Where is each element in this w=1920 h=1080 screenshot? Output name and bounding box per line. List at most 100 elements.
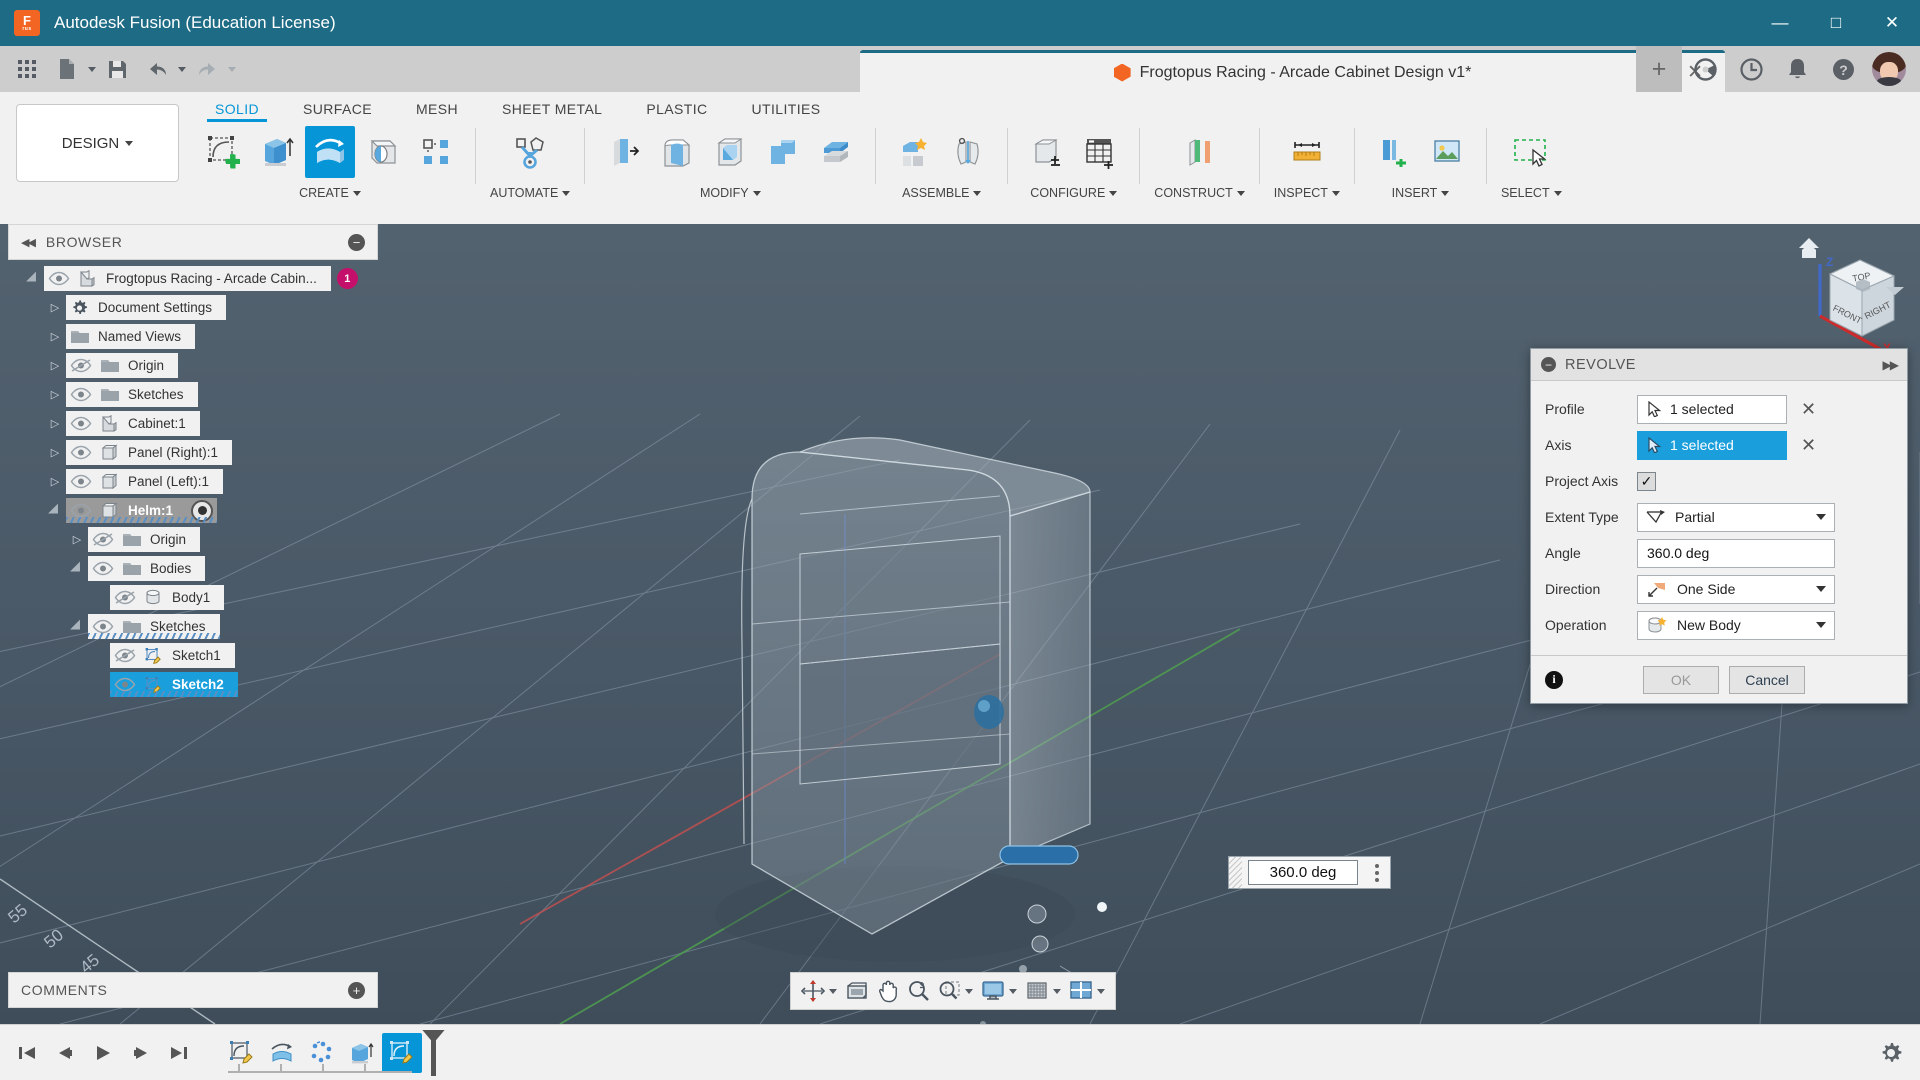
ribbon-group-assemble-label[interactable]: ASSEMBLE bbox=[902, 186, 982, 200]
press-pull-icon[interactable] bbox=[599, 126, 649, 178]
collapse-triangle-icon[interactable] bbox=[44, 498, 66, 523]
viewports-icon[interactable] bbox=[1065, 975, 1109, 1007]
play-button[interactable] bbox=[84, 1033, 122, 1073]
app-grid-group[interactable] bbox=[8, 50, 46, 88]
eye-hidden-icon[interactable] bbox=[66, 353, 96, 378]
pan-icon[interactable] bbox=[873, 975, 903, 1007]
manipulator-drag-handle[interactable] bbox=[1229, 857, 1242, 888]
collapse-triangle-icon[interactable] bbox=[22, 266, 44, 291]
chevron-down-icon[interactable] bbox=[1053, 988, 1061, 994]
timeline-sketch1[interactable] bbox=[222, 1033, 262, 1073]
cancel-button[interactable]: Cancel bbox=[1729, 665, 1805, 694]
save-group[interactable] bbox=[98, 50, 136, 88]
chevron-down-icon[interactable] bbox=[228, 66, 236, 72]
configure-part-icon[interactable] bbox=[1022, 126, 1072, 178]
expand-triangle-icon[interactable]: ▷ bbox=[66, 527, 88, 552]
tree-item-bodies[interactable]: Bodies bbox=[88, 556, 206, 581]
axis-clear-button[interactable]: ✕ bbox=[1801, 435, 1816, 456]
collapse-triangle-icon[interactable] bbox=[66, 614, 88, 639]
eye-hidden-icon[interactable] bbox=[110, 643, 140, 668]
sweep-icon[interactable] bbox=[358, 126, 408, 178]
go-to-beginning-button[interactable] bbox=[8, 1033, 46, 1073]
redo-icon[interactable] bbox=[188, 50, 226, 88]
tab-utilities[interactable]: UTILITIES bbox=[730, 101, 843, 122]
tree-item-cabinet-1[interactable]: Cabinet:1 bbox=[66, 411, 200, 436]
ok-button[interactable]: OK bbox=[1643, 665, 1719, 694]
fillet-icon[interactable] bbox=[652, 126, 702, 178]
help-icon[interactable]: ? bbox=[1820, 46, 1866, 92]
expand-triangle-icon[interactable]: ▷ bbox=[44, 469, 66, 494]
ribbon-group-inspect-label[interactable]: INSPECT bbox=[1274, 186, 1340, 200]
comments-panel[interactable]: COMMENTS + bbox=[8, 972, 378, 1008]
timeline-settings-icon[interactable] bbox=[1878, 1040, 1904, 1066]
display-settings-icon[interactable] bbox=[977, 975, 1021, 1007]
minimize-button[interactable]: — bbox=[1752, 0, 1808, 46]
eye-visible-icon[interactable] bbox=[88, 556, 118, 581]
tree-item-origin[interactable]: Origin bbox=[66, 353, 179, 378]
profile-clear-button[interactable]: ✕ bbox=[1801, 399, 1816, 420]
ribbon-group-insert-label[interactable]: INSERT bbox=[1392, 186, 1450, 200]
workspace-selector[interactable]: DESIGN bbox=[16, 104, 179, 182]
tree-item-named-views[interactable]: Named Views bbox=[66, 324, 196, 349]
ribbon-group-configure-label[interactable]: CONFIGURE bbox=[1030, 186, 1118, 200]
step-back-button[interactable] bbox=[46, 1033, 84, 1073]
new-component-icon[interactable] bbox=[890, 126, 940, 178]
orbit-icon[interactable] bbox=[797, 975, 841, 1007]
configure-table-icon[interactable] bbox=[1075, 126, 1125, 178]
pattern-icon[interactable] bbox=[411, 126, 461, 178]
direction-dropdown[interactable]: One Side bbox=[1637, 574, 1835, 604]
select-window-icon[interactable] bbox=[1506, 126, 1556, 178]
new-document-group[interactable] bbox=[48, 50, 96, 88]
extrude-icon[interactable] bbox=[252, 126, 302, 178]
zoom-window-icon[interactable] bbox=[934, 975, 977, 1007]
ribbon-group-modify-label[interactable]: MODIFY bbox=[700, 186, 761, 200]
chevron-down-icon[interactable] bbox=[1009, 988, 1017, 994]
tab-solid[interactable]: SOLID bbox=[193, 101, 281, 122]
tree-item-panel-right-1[interactable]: Panel (Right):1 bbox=[66, 440, 233, 465]
go-to-end-button[interactable] bbox=[160, 1033, 198, 1073]
eye-visible-icon[interactable] bbox=[66, 469, 96, 494]
extensions-icon[interactable] bbox=[1682, 46, 1728, 92]
undo-icon[interactable] bbox=[138, 50, 176, 88]
close-button[interactable]: ✕ bbox=[1864, 0, 1920, 46]
expand-triangle-icon[interactable]: ▷ bbox=[44, 411, 66, 436]
ribbon-group-automate-label[interactable]: AUTOMATE bbox=[490, 186, 571, 200]
tree-item-origin[interactable]: Origin bbox=[88, 527, 201, 552]
grid-snaps-icon[interactable] bbox=[1021, 975, 1065, 1007]
eye-visible-icon[interactable] bbox=[66, 411, 96, 436]
zoom-icon[interactable] bbox=[903, 975, 934, 1007]
grid-icon[interactable] bbox=[8, 50, 46, 88]
tree-item-document-settings[interactable]: Document Settings bbox=[66, 295, 227, 320]
timeline-sketch2[interactable] bbox=[382, 1032, 422, 1073]
eye-visible-icon[interactable] bbox=[66, 440, 96, 465]
eye-visible-icon[interactable] bbox=[44, 266, 74, 291]
expand-triangle-icon[interactable]: ▷ bbox=[44, 324, 66, 349]
tab-sheet-metal[interactable]: SHEET METAL bbox=[480, 101, 624, 122]
revolve-icon[interactable] bbox=[305, 126, 355, 178]
chevron-down-icon[interactable] bbox=[178, 66, 186, 72]
combine-icon[interactable] bbox=[758, 126, 808, 178]
profile-select-button[interactable]: 1 selected bbox=[1637, 394, 1787, 424]
tree-item-sketch2[interactable]: Sketch2 bbox=[110, 672, 238, 697]
recent-history-icon[interactable] bbox=[1728, 46, 1774, 92]
offset-plane-icon[interactable] bbox=[1175, 126, 1225, 178]
expand-triangle-icon[interactable]: ▷ bbox=[44, 353, 66, 378]
manipulator-options-icon[interactable] bbox=[1364, 863, 1390, 882]
eye-hidden-icon[interactable] bbox=[110, 585, 140, 610]
collapse-triangle-icon[interactable] bbox=[66, 556, 88, 581]
info-icon[interactable]: i bbox=[1545, 670, 1563, 689]
create-sketch-icon[interactable] bbox=[199, 126, 249, 178]
eye-hidden-icon[interactable] bbox=[88, 527, 118, 552]
collapse-dialog-button[interactable]: − bbox=[1541, 357, 1556, 372]
tree-item-helm-1[interactable]: Helm:1 bbox=[66, 498, 218, 523]
measure-icon[interactable] bbox=[1282, 126, 1332, 178]
tree-item-sketches[interactable]: Sketches bbox=[88, 614, 220, 639]
expand-triangle-icon[interactable]: ▷ bbox=[44, 295, 66, 320]
insert-derive-icon[interactable] bbox=[1369, 126, 1419, 178]
tab-surface[interactable]: SURFACE bbox=[281, 101, 394, 122]
tab-mesh[interactable]: MESH bbox=[394, 101, 480, 122]
timeline-revolve[interactable] bbox=[262, 1033, 302, 1073]
user-avatar[interactable] bbox=[1866, 46, 1912, 92]
shell-icon[interactable] bbox=[705, 126, 755, 178]
browser-collapse-icon[interactable]: ◀◀ bbox=[21, 236, 36, 249]
